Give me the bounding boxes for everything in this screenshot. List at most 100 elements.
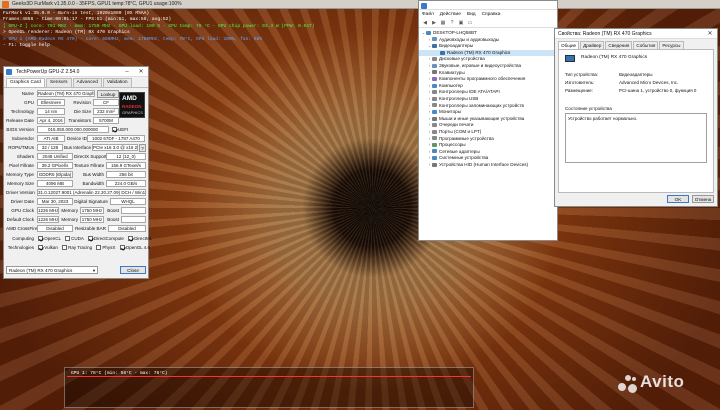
device-tree: ⌄ DESKTOP-LHQ58BT › Аудиовходы и аудиовыхо… — [419, 28, 557, 168]
checkbox[interactable] — [62, 245, 68, 251]
properties-icon[interactable]: ▦ — [440, 20, 446, 26]
directx-label: DirectX Support — [74, 154, 107, 159]
close-button[interactable]: ✕ — [134, 67, 148, 77]
device-category-icon — [432, 76, 437, 81]
checkbox-label: OpenCL — [44, 236, 61, 241]
tree-category-item[interactable]: › Порты (COM и LPT) — [419, 129, 557, 136]
tech-opengl[interactable]: OpenGL 4.6 — [119, 245, 150, 251]
device-status-box[interactable]: Устройство работает нормально. — [565, 113, 707, 163]
default-clock-label: Default Clock — [6, 217, 34, 222]
menu-view[interactable]: Вид — [467, 10, 476, 19]
menu-file[interactable]: Файл — [422, 10, 434, 19]
tree-item-label: Очереди печати — [439, 122, 474, 128]
overlay-line: - F1: toggle help — [3, 43, 50, 49]
checkbox-label: Vulkan — [44, 245, 58, 250]
tab-details[interactable]: Сведения — [605, 41, 633, 49]
tech-vulkan[interactable]: Vulkan — [38, 245, 58, 251]
signature-value: WHQL — [110, 198, 146, 205]
tree-category-item[interactable]: › Процессоры — [419, 142, 557, 149]
menu-action[interactable]: Действие — [440, 10, 461, 19]
uefi-checkbox[interactable]: UEFI — [112, 127, 128, 133]
tree-item-label: Мыши и иные указывающие устройства — [439, 115, 525, 121]
checkbox-label: DirectML — [134, 236, 153, 241]
minimize-button[interactable]: – — [120, 67, 134, 77]
subvendor-label: Subvendor — [11, 136, 34, 141]
tree-category-item[interactable]: › Устройства HID (Human Interface Devices… — [419, 162, 557, 169]
checkbox[interactable] — [119, 245, 125, 251]
furmark-titlebar[interactable]: Geeks3D FurMark v1.35.0.0 - 35FPS, GPU1 … — [0, 0, 720, 9]
tree-category-item[interactable]: › Очереди печати — [419, 122, 557, 129]
tree-category-item[interactable]: › Контроллеры IDE ATA/ATAPI — [419, 89, 557, 96]
gpuz-close-button[interactable]: Close — [120, 266, 146, 274]
default-boost-value — [121, 216, 146, 223]
memory-size-label: Memory Size — [7, 181, 34, 186]
tab-events[interactable]: События — [633, 41, 659, 49]
technology-label: Technology — [10, 109, 34, 114]
tree-category-item[interactable]: › Контроллеры запоминающих устройств — [419, 103, 557, 110]
tree-item-label: Дисковые устройства — [439, 56, 485, 62]
computing-directml[interactable]: DirectML — [128, 236, 153, 242]
checkbox[interactable] — [96, 245, 102, 251]
tree-category-item[interactable]: › Мыши и иные указывающие устройства — [419, 116, 557, 123]
tree-item-label: Программные устройства — [439, 135, 494, 141]
monitor-icon[interactable]: ▭ — [467, 20, 473, 26]
driver-date-value: Mar 30, 2023 — [37, 198, 73, 205]
checkbox[interactable] — [65, 236, 71, 242]
tree-category-item[interactable]: ⌄ Видеоадаптеры — [419, 43, 557, 50]
devmgr-titlebar[interactable] — [419, 1, 557, 10]
bus-interface-value: PCIe x16 3.0 @ x16 2.0 — [92, 144, 138, 151]
tech-raytracing[interactable]: Ray Tracing — [62, 245, 92, 251]
bios-value: 015.050.000.000.000000 — [37, 126, 109, 133]
lookup-button[interactable]: Lookup — [97, 90, 119, 98]
tab-driver[interactable]: Драйвер — [580, 41, 605, 49]
tree-item-label: Клавиатуры — [439, 69, 465, 75]
checkbox[interactable] — [112, 127, 117, 133]
checkbox[interactable] — [87, 236, 93, 242]
computing-cuda[interactable]: CUDA — [65, 236, 84, 242]
tree-category-item[interactable]: › Аудиовходы и аудиовыходы — [419, 37, 557, 44]
tab-advanced[interactable]: Advanced — [72, 78, 102, 87]
tree-category-item[interactable]: › Компоненты программного обеспечения — [419, 76, 557, 83]
ok-button[interactable]: OK — [667, 195, 689, 203]
texture-fillrate-label: Texture Fillrate — [74, 163, 105, 168]
device-category-icon — [432, 43, 437, 48]
tree-category-item[interactable]: › Программные устройства — [419, 136, 557, 143]
computing-directcompute[interactable]: DirectCompute — [87, 236, 124, 242]
checkbox[interactable] — [128, 236, 134, 242]
tree-category-item[interactable]: › Дисковые устройства — [419, 56, 557, 63]
revision-label: Revision — [73, 100, 91, 105]
directx-value: 12 (12_0) — [106, 153, 146, 160]
cancel-button[interactable]: Отмена — [692, 195, 714, 203]
tree-category-item[interactable]: › Системные устройства — [419, 155, 557, 162]
tab-general[interactable]: Общие — [558, 41, 580, 49]
tree-category-item[interactable]: › Контроллеры USB — [419, 96, 557, 103]
device-type-label: Тип устройства: — [565, 72, 599, 77]
tab-sensors[interactable]: Sensors — [45, 78, 72, 87]
tab-resources[interactable]: Ресурсы — [659, 41, 684, 49]
tab-validation[interactable]: Validation — [102, 78, 132, 87]
die-size-label: Die Size — [73, 109, 91, 114]
tree-category-item[interactable]: › Компьютер — [419, 83, 557, 90]
checkbox[interactable] — [38, 236, 44, 242]
tree-category-item[interactable]: › Звуковые, игровые и видеоустройства — [419, 63, 557, 70]
checkbox[interactable] — [38, 245, 44, 251]
tree-root[interactable]: ⌄ DESKTOP-LHQ58BT — [419, 30, 557, 37]
default-boost-label: Boost — [107, 217, 119, 222]
tab-graphics-card[interactable]: Graphics Card — [6, 78, 45, 87]
computing-opencl[interactable]: OpenCL — [38, 236, 61, 242]
back-icon[interactable]: ◀ — [422, 20, 428, 26]
tree-category-item[interactable]: › Клавиатуры — [419, 70, 557, 77]
checkbox-label: PhysX — [102, 245, 116, 250]
tech-physx[interactable]: PhysX — [96, 245, 116, 251]
help-icon[interactable]: ? — [449, 20, 455, 26]
technologies-row: Technologies Vulkan Ray Tracing PhysX Op… — [6, 244, 150, 252]
card-select[interactable]: Radeon (TM) RX 470 Graphics ▼ — [6, 266, 98, 274]
bus-help-button[interactable]: ? — [139, 144, 146, 152]
gpuz-titlebar[interactable]: TechPowerUp GPU-Z 2.54.0 – ✕ — [4, 67, 148, 77]
forward-icon[interactable]: ▶ — [431, 20, 437, 26]
menu-help[interactable]: Справка — [482, 10, 501, 19]
props-titlebar[interactable]: Свойства: Radeon (TM) RX 470 Graphics ✕ — [555, 29, 717, 39]
close-button[interactable]: ✕ — [703, 29, 717, 39]
scan-icon[interactable]: ▣ — [458, 20, 464, 26]
tree-category-item[interactable]: › Мониторы — [419, 109, 557, 116]
